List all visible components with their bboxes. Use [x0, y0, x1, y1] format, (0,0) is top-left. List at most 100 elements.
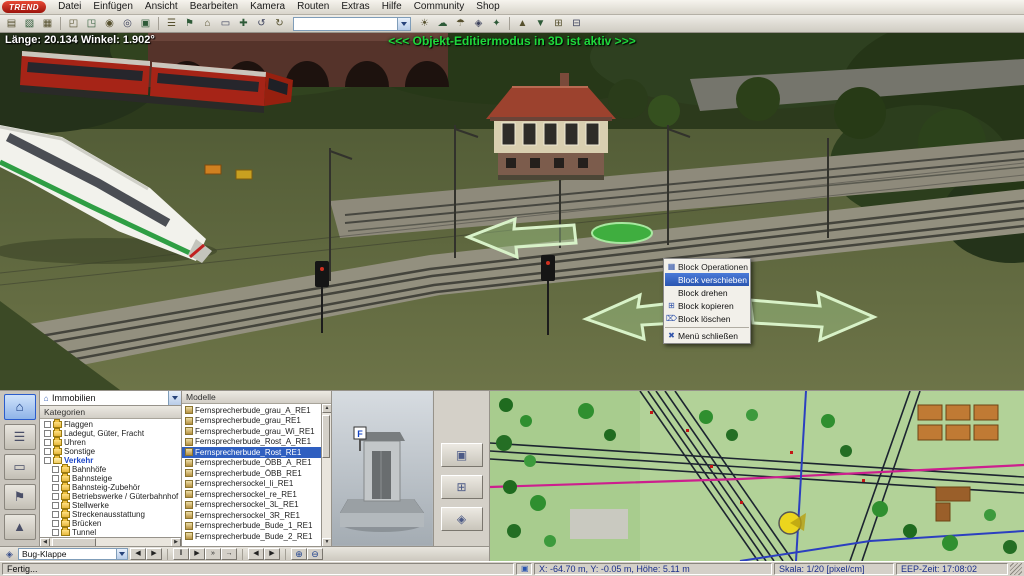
terrain-raise-icon[interactable]: ▲ — [514, 16, 531, 31]
menu-item[interactable]: Datei — [52, 0, 87, 14]
chevron-down-icon[interactable] — [397, 18, 410, 30]
open-layout-icon[interactable]: ▧ — [21, 16, 38, 31]
effects-icon[interactable]: ✦ — [488, 16, 505, 31]
category-checkbox[interactable] — [52, 502, 59, 509]
zoom-in-button[interactable]: ⊕ — [291, 548, 307, 560]
category-item[interactable]: Uhren — [40, 438, 181, 447]
menu-item[interactable]: Community — [408, 0, 471, 14]
resource-tab-gleisobjekte[interactable]: ☰ — [4, 424, 36, 450]
rotate-right-icon[interactable]: ↻ — [271, 16, 288, 31]
resize-grip[interactable] — [1010, 563, 1022, 575]
category-checkbox[interactable] — [44, 439, 51, 446]
camera-settings-icon[interactable]: ▣ — [137, 16, 154, 31]
model-list-item[interactable]: Fernsprechersockel_re_RE1 — [182, 489, 321, 500]
model-list-item[interactable]: Fernsprecherbude_grau_Wi_RE1 — [182, 426, 321, 437]
view-2d-icon[interactable]: ◰ — [65, 16, 82, 31]
model-list-item[interactable]: Fernsprecherbude_Bude_1_RE1 — [182, 521, 321, 532]
view-3d-icon[interactable]: ◳ — [83, 16, 100, 31]
resource-tab-landschaft[interactable]: ▲ — [4, 514, 36, 540]
track-mode-icon[interactable]: ☰ — [163, 16, 180, 31]
weather-rain-icon[interactable]: ☂ — [452, 16, 469, 31]
camera-free-icon[interactable]: ◉ — [101, 16, 118, 31]
camera-target-icon[interactable]: ◎ — [119, 16, 136, 31]
map-2d-view[interactable] — [489, 390, 1024, 561]
model-swap-button[interactable]: ◈ — [441, 507, 483, 531]
context-menu-item[interactable]: ▦ Block Operationen — [665, 260, 749, 273]
category-checkbox[interactable] — [44, 430, 51, 437]
category-checkbox[interactable] — [52, 493, 59, 500]
signal-mode-icon[interactable]: ⚑ — [181, 16, 198, 31]
category-item[interactable]: Tunnel — [40, 528, 181, 537]
menu-item[interactable]: Einfügen — [87, 0, 138, 14]
category-checkbox[interactable] — [52, 520, 59, 527]
menu-item[interactable]: Shop — [470, 0, 505, 14]
route-prev-button[interactable]: ◀ — [248, 548, 264, 560]
grid-on-icon[interactable]: ⊞ — [550, 16, 567, 31]
category-checkbox[interactable] — [44, 457, 51, 464]
model-list-item[interactable]: Fernsprechersockel_3R_RE1 — [182, 510, 321, 521]
scrollbar-track[interactable] — [322, 413, 331, 538]
pause-button[interactable]: ‖ — [173, 548, 189, 560]
category-item[interactable]: Ladegut, Güter, Fracht — [40, 429, 181, 438]
context-menu-item[interactable]: ⌦ Block löschen — [665, 312, 749, 325]
object-mode-icon[interactable]: ⌂ — [199, 16, 216, 31]
context-menu-item[interactable]: Block drehen — [665, 286, 749, 299]
model-list-item[interactable]: Fernsprechersockel_3L_RE1 — [182, 500, 321, 511]
model-list-item[interactable]: Fernsprecherbude_Bude_2_RE1 — [182, 531, 321, 542]
model-list-item[interactable]: Fernsprecherbude_Rost_RE1 — [182, 447, 321, 458]
weather-sun-icon[interactable]: ☀ — [416, 16, 433, 31]
category-item[interactable]: Flaggen — [40, 420, 181, 429]
route-next-button[interactable]: ▶ — [264, 548, 280, 560]
grid-off-icon[interactable]: ⊟ — [568, 16, 585, 31]
context-menu-item[interactable]: Block verschieben — [665, 273, 749, 286]
render-options-icon[interactable]: ◈ — [470, 16, 487, 31]
context-menu-item[interactable]: ✖ Menü schließen — [665, 327, 749, 342]
spin-left-button[interactable]: ◀ — [130, 548, 146, 560]
model-list-item[interactable]: Fernsprechersockel_li_RE1 — [182, 479, 321, 490]
category-checkbox[interactable] — [52, 466, 59, 473]
viewport-3d[interactable]: Länge: 20.134 Winkel: 1.902° <<< Objekt-… — [0, 33, 1024, 390]
jump-end-button[interactable]: → — [221, 548, 237, 560]
model-list-item[interactable]: Fernsprecherbude_grau_RE1 — [182, 416, 321, 427]
insert-model-button[interactable]: ⊞ — [441, 475, 483, 499]
model-list-item[interactable]: Fernsprecherbude_Rost_A_RE1 — [182, 437, 321, 448]
play-button[interactable]: ▶ — [189, 548, 205, 560]
model-list-item[interactable]: Fernsprecherbude_grau_A_RE1 — [182, 405, 321, 416]
menu-item[interactable]: Bearbeiten — [184, 0, 244, 14]
resource-tab-immobilien[interactable]: ⌂ — [4, 394, 36, 420]
models-vscrollbar[interactable]: ▲ ▼ — [321, 404, 331, 547]
menu-item[interactable]: Hilfe — [376, 0, 408, 14]
fast-forward-button[interactable]: » — [205, 548, 221, 560]
scrollbar-thumb[interactable] — [322, 415, 330, 458]
category-checkbox[interactable] — [52, 484, 59, 491]
scroll-up-icon[interactable]: ▲ — [322, 404, 331, 413]
model-list-item[interactable]: Fernsprecherbude_ÖBB_A_RE1 — [182, 458, 321, 469]
context-menu-item[interactable]: ⊞ Block kopieren — [665, 299, 749, 312]
chevron-down-icon[interactable] — [116, 549, 127, 559]
menu-item[interactable]: Kamera — [244, 0, 291, 14]
resource-type-combo[interactable]: ⌂ Immobilien — [40, 391, 181, 406]
resource-tab-signale[interactable]: ⚑ — [4, 484, 36, 510]
insert-mode-icon[interactable]: ✚ — [235, 16, 252, 31]
menu-item[interactable]: Extras — [335, 0, 375, 14]
model-view-button[interactable]: ▣ — [441, 443, 483, 467]
save-layout-icon[interactable]: ▦ — [39, 16, 56, 31]
rolling-stock-mode-icon[interactable]: ▭ — [217, 16, 234, 31]
category-checkbox[interactable] — [52, 511, 59, 518]
category-checkbox[interactable] — [52, 475, 59, 482]
menu-item[interactable]: Ansicht — [139, 0, 184, 14]
rotate-left-icon[interactable]: ↺ — [253, 16, 270, 31]
category-checkbox[interactable] — [52, 529, 59, 536]
chevron-down-icon[interactable] — [168, 391, 181, 405]
spin-right-button[interactable]: ▶ — [146, 548, 162, 560]
new-layout-icon[interactable]: ▤ — [3, 16, 20, 31]
weather-clouds-icon[interactable]: ☁ — [434, 16, 451, 31]
vehicle-function-combo[interactable]: Bug-Klappe — [18, 548, 128, 560]
model-list-item[interactable]: Fernsprecherbude_ÖBB_RE1 — [182, 468, 321, 479]
zoom-out-button[interactable]: ⊖ — [307, 548, 323, 560]
category-checkbox[interactable] — [44, 448, 51, 455]
model-preview[interactable]: F — [332, 391, 434, 547]
resource-tab-rollmaterial[interactable]: ▭ — [4, 454, 36, 480]
category-checkbox[interactable] — [44, 421, 51, 428]
camera-select-combo[interactable] — [293, 17, 411, 31]
